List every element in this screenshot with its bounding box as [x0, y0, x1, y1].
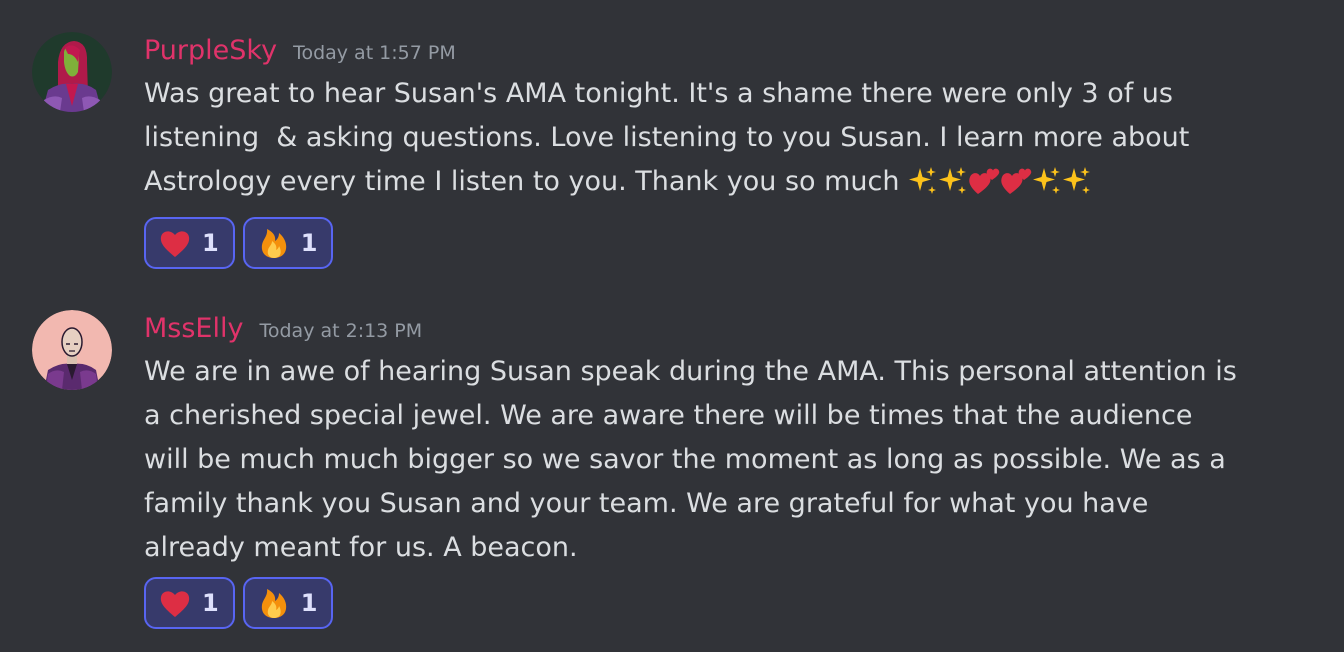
reaction-heart[interactable]: 1: [144, 217, 235, 269]
sparkles-icon: [908, 166, 938, 210]
reaction-heart[interactable]: 1: [144, 577, 235, 629]
fire-icon: [261, 229, 286, 258]
timestamp[interactable]: Today at 2:13 PM: [259, 310, 422, 352]
reaction-count: 1: [300, 589, 318, 617]
reaction-count: 1: [202, 589, 219, 617]
username[interactable]: PurpleSky: [144, 30, 277, 72]
reaction-fire[interactable]: 1: [242, 577, 334, 629]
timestamp[interactable]: Today at 1:57 PM: [293, 32, 456, 74]
message-text: Was great to hear Susan's AMA tonight. I…: [144, 72, 1244, 210]
username[interactable]: MssElly: [144, 308, 243, 350]
reaction-fire[interactable]: 1: [242, 217, 334, 269]
fire-icon: [261, 589, 286, 618]
sparkles-icon: [1032, 166, 1062, 210]
sparkles-icon: [1062, 166, 1092, 210]
heart-icon: [160, 231, 190, 257]
avatar[interactable]: [32, 310, 112, 390]
sparkles-icon: [938, 166, 968, 210]
two-hearts-icon: [1000, 166, 1032, 210]
avatar[interactable]: [32, 32, 112, 112]
message-text: We are in awe of hearing Susan speak dur…: [144, 356, 1246, 563]
reactions-bar: 1 1: [144, 217, 1314, 269]
reactions-bar: 1 1: [144, 577, 1314, 629]
reaction-count: 1: [300, 229, 318, 257]
reaction-count: 1: [202, 229, 219, 257]
two-hearts-icon: [968, 166, 1000, 210]
heart-icon: [160, 591, 190, 617]
